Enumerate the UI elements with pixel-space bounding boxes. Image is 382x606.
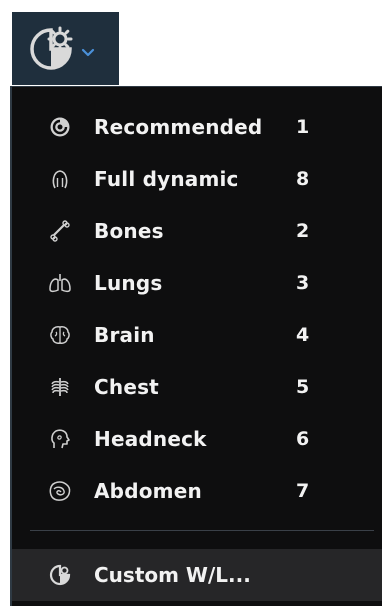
bone-icon: [48, 219, 72, 243]
menu-item-shortcut: 4: [296, 324, 310, 346]
menu-item-bones[interactable]: Bones 2: [12, 205, 382, 257]
menu-item-shortcut: 6: [296, 428, 310, 450]
menu-item-label: Recommended: [94, 115, 263, 139]
lungs-icon: [48, 271, 72, 295]
menu-item-shortcut: 1: [296, 116, 310, 138]
menu-item-label: Custom W/L...: [94, 563, 251, 587]
menu-item-recommended[interactable]: Recommended 1: [12, 101, 382, 153]
menu-item-shortcut: 5: [296, 376, 310, 398]
window-level-preset-list: Recommended 1 Full dynamic 8 Bones 2 Lun…: [12, 101, 382, 517]
menu-item-shortcut: 7: [296, 480, 310, 502]
menu-item-label: Abdomen: [94, 479, 202, 503]
menu-item-custom-wl[interactable]: Custom W/L...: [12, 549, 382, 601]
chest-icon: [48, 375, 72, 399]
window-level-button[interactable]: [12, 12, 119, 85]
menu-item-label: Headneck: [94, 427, 207, 451]
chevron-down-icon: [81, 42, 95, 61]
headneck-icon: [48, 427, 72, 451]
menu-item-lungs[interactable]: Lungs 3: [12, 257, 382, 309]
menu-item-chest[interactable]: Chest 5: [12, 361, 382, 413]
menu-item-brain[interactable]: Brain 4: [12, 309, 382, 361]
window-level-icon: [28, 26, 74, 72]
menu-item-headneck[interactable]: Headneck 6: [12, 413, 382, 465]
menu-item-shortcut: 3: [296, 272, 310, 294]
recommended-icon: [48, 115, 72, 139]
menu-item-abdomen[interactable]: Abdomen 7: [12, 465, 382, 517]
menu-item-label: Brain: [94, 323, 155, 347]
full-dynamic-icon: [48, 167, 72, 191]
menu-item-label: Lungs: [94, 271, 163, 295]
menu-item-shortcut: 2: [296, 220, 310, 242]
menu-item-shortcut: 8: [296, 168, 310, 190]
brain-icon: [48, 323, 72, 347]
menu-item-label: Chest: [94, 375, 159, 399]
menu-item-label: Bones: [94, 219, 164, 243]
abdomen-icon: [48, 479, 72, 503]
menu-item-full-dynamic[interactable]: Full dynamic 8: [12, 153, 382, 205]
menu-divider: [30, 530, 374, 531]
menu-item-label: Full dynamic: [94, 167, 239, 191]
custom-wl-icon: [48, 563, 72, 587]
window-level-menu: Recommended 1 Full dynamic 8 Bones 2 Lun…: [10, 86, 382, 606]
